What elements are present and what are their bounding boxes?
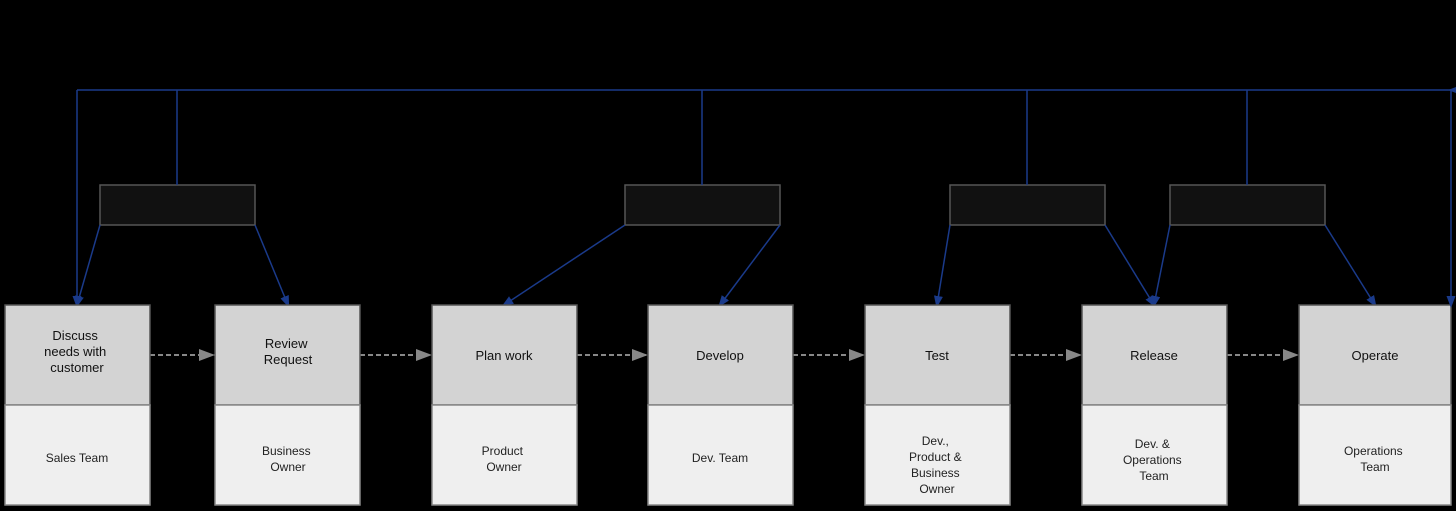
svg-text:Review Request: Review Request: [264, 336, 313, 367]
svg-text:Sales Team: Sales Team: [46, 451, 108, 465]
svg-text:Test: Test: [925, 348, 949, 363]
svg-text:Release: Release: [1130, 348, 1178, 363]
svg-text:Operate: Operate: [1352, 348, 1399, 363]
diagram-svg: Discuss needs with customer Sales Team R…: [0, 0, 1456, 511]
diagram-container: Discuss needs with customer Sales Team R…: [0, 0, 1456, 511]
svg-text:Discuss needs with: Discuss needs with customer: [44, 328, 110, 375]
svg-text:Plan work: Plan work: [475, 348, 533, 363]
svg-text:Develop: Develop: [696, 348, 744, 363]
svg-text:Dev. Team: Dev. Team: [692, 451, 748, 465]
